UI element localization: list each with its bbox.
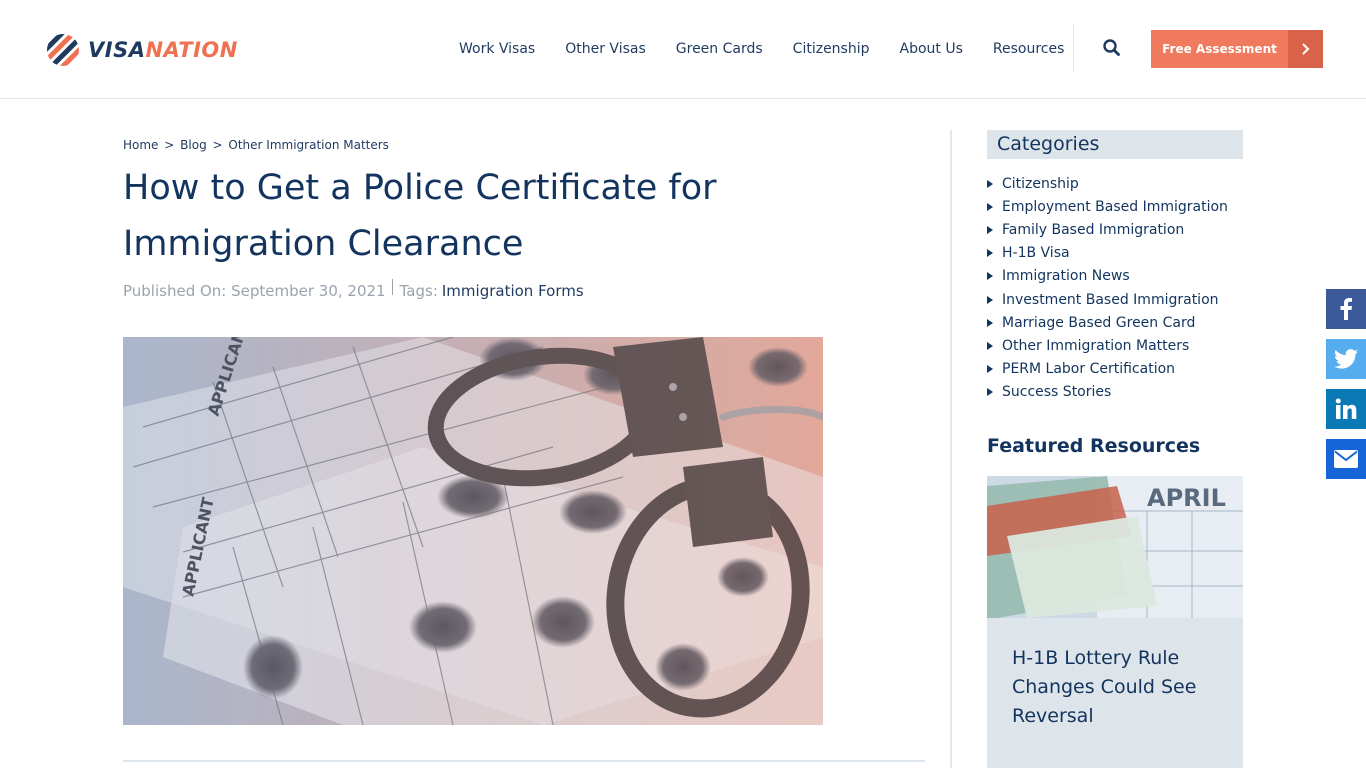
category-item: Immigration News	[987, 265, 1228, 288]
column-divider	[950, 130, 952, 768]
main-nav: Work Visas Other Visas Green Cards Citiz…	[459, 38, 1094, 60]
caret-right-icon	[987, 272, 993, 281]
facebook-icon	[1340, 298, 1352, 320]
categories-header: Categories	[987, 130, 1243, 159]
category-item: Investment Based Immigration	[987, 288, 1228, 311]
featured-resources-title: Featured Resources	[987, 435, 1201, 457]
tag-link[interactable]: Immigration Forms	[442, 282, 584, 300]
nav-other-visas[interactable]: Other Visas	[565, 38, 646, 60]
breadcrumb-blog[interactable]: Blog	[180, 138, 207, 152]
categories-title: Categories	[997, 133, 1100, 155]
category-item: H-1B Visa	[987, 242, 1228, 265]
categories-list: Citizenship Employment Based Immigration…	[987, 172, 1228, 404]
social-share-bar	[1326, 289, 1366, 489]
featured-resource-title: H-1B Lottery Rule Changes Could See Reve…	[1012, 647, 1197, 727]
linkedin-icon	[1335, 398, 1357, 419]
share-facebook-button[interactable]	[1326, 289, 1366, 329]
breadcrumb-home[interactable]: Home	[123, 138, 158, 152]
nav-about-us[interactable]: About Us	[900, 38, 963, 60]
category-link-news[interactable]: Immigration News	[1002, 268, 1130, 284]
nav-resources[interactable]: Resources	[993, 38, 1065, 60]
category-link-perm[interactable]: PERM Labor Certification	[1002, 361, 1175, 377]
category-link-h1b[interactable]: H-1B Visa	[1002, 245, 1070, 261]
category-link-marriage[interactable]: Marriage Based Green Card	[1002, 315, 1195, 331]
meta-divider	[391, 279, 393, 295]
category-link-employment[interactable]: Employment Based Immigration	[1002, 199, 1228, 215]
share-email-button[interactable]	[1326, 439, 1366, 479]
free-assessment-button[interactable]: Free Assessment	[1151, 30, 1323, 68]
twitter-icon	[1334, 349, 1358, 369]
logo-mark-icon	[47, 34, 79, 66]
caret-right-icon	[987, 225, 993, 234]
share-twitter-button[interactable]	[1326, 339, 1366, 379]
caret-right-icon	[987, 179, 993, 188]
site-logo[interactable]: VISANATION	[46, 32, 238, 68]
site-header: VISANATION Work Visas Other Visas Green …	[0, 0, 1366, 99]
nav-work-visas[interactable]: Work Visas	[459, 38, 535, 60]
category-item: Success Stories	[987, 381, 1228, 404]
category-link-family[interactable]: Family Based Immigration	[1002, 222, 1184, 238]
caret-right-icon	[987, 202, 993, 211]
caret-right-icon	[987, 249, 993, 258]
featured-resource-card[interactable]: APRIL H-1B Lottery Rule Changes Could Se…	[987, 476, 1243, 768]
nav-divider	[1073, 24, 1074, 72]
caret-right-icon	[987, 318, 993, 327]
logo-wordmark: VISANATION	[88, 38, 238, 62]
page-title: How to Get a Police Certificate for Immi…	[123, 168, 717, 264]
featured-resource-image: APRIL	[987, 476, 1243, 618]
category-item: Family Based Immigration	[987, 218, 1228, 241]
category-item: Employment Based Immigration	[987, 195, 1228, 218]
content-divider	[123, 760, 925, 762]
category-link-other[interactable]: Other Immigration Matters	[1002, 338, 1189, 354]
category-item: Citizenship	[987, 172, 1228, 195]
category-link-citizenship[interactable]: Citizenship	[1002, 176, 1079, 192]
caret-right-icon	[987, 388, 993, 397]
breadcrumb: Home > Blog > Other Immigration Matters	[123, 138, 389, 152]
email-icon	[1334, 450, 1358, 468]
tags-label: Tags:	[399, 282, 438, 300]
chevron-right-icon	[1288, 30, 1323, 68]
hero-image: APPLICANT APPLICANT	[123, 337, 823, 725]
published-date: Published On: September 30, 2021	[123, 282, 386, 300]
breadcrumb-current[interactable]: Other Immigration Matters	[228, 138, 389, 152]
share-linkedin-button[interactable]	[1326, 389, 1366, 429]
category-item: Marriage Based Green Card	[987, 311, 1228, 334]
category-link-investment[interactable]: Investment Based Immigration	[1002, 292, 1219, 308]
nav-citizenship[interactable]: Citizenship	[793, 38, 870, 60]
nav-green-cards[interactable]: Green Cards	[676, 38, 763, 60]
breadcrumb-separator: >	[212, 138, 223, 152]
search-icon[interactable]	[1100, 36, 1124, 60]
caret-right-icon	[987, 365, 993, 374]
caret-right-icon	[987, 341, 993, 350]
category-item: Other Immigration Matters	[987, 334, 1228, 357]
free-assessment-label: Free Assessment	[1151, 30, 1288, 68]
post-meta: Published On: September 30, 2021 Tags: I…	[123, 279, 584, 300]
caret-right-icon	[987, 295, 993, 304]
breadcrumb-separator: >	[164, 138, 175, 152]
category-link-success[interactable]: Success Stories	[1002, 384, 1111, 400]
category-item: PERM Labor Certification	[987, 358, 1228, 381]
